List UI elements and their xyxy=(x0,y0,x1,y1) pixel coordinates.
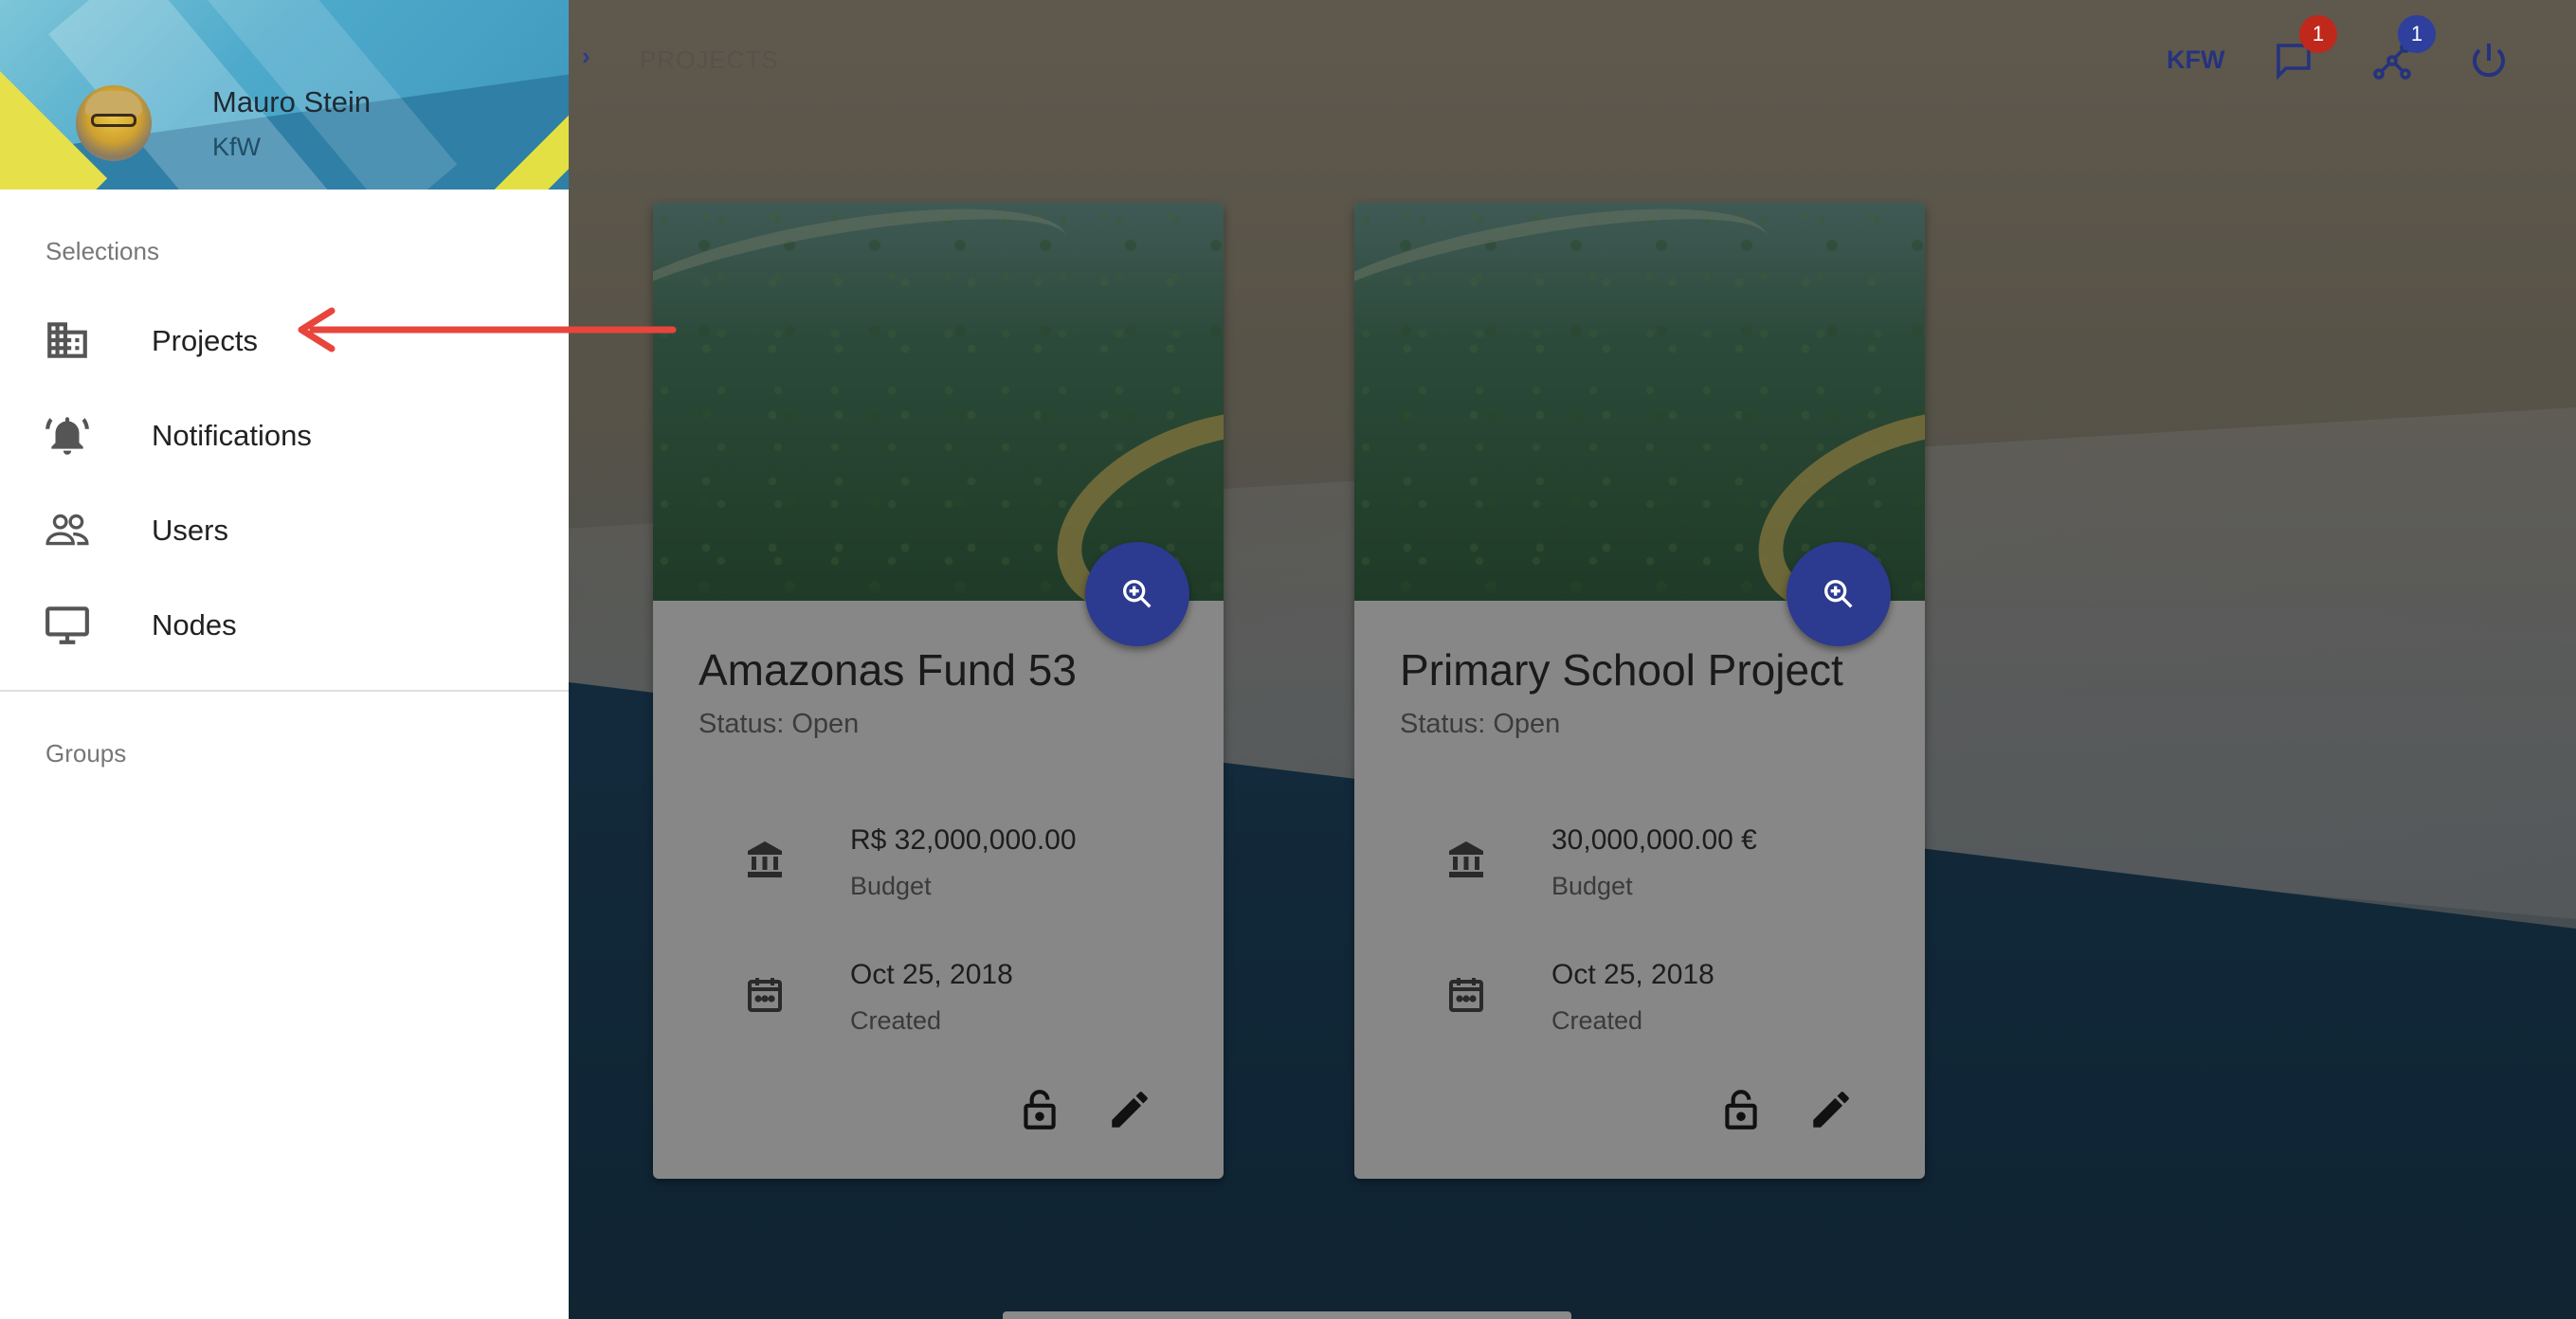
annotation-arrow-icon xyxy=(298,307,677,352)
project-budget-label: Budget xyxy=(1551,872,1633,900)
permissions-button[interactable] xyxy=(1016,1086,1063,1133)
project-image xyxy=(1354,203,1925,601)
project-card[interactable]: Primary School Project Status: Open 30,0… xyxy=(1354,203,1925,1179)
bank-icon xyxy=(1443,838,1489,883)
view-project-button[interactable] xyxy=(1085,542,1189,646)
pencil-icon xyxy=(1112,1092,1148,1128)
lock-open-icon xyxy=(1725,1090,1757,1129)
view-project-button[interactable] xyxy=(1787,542,1891,646)
user-organization: KfW xyxy=(212,133,261,161)
users-icon xyxy=(44,506,91,553)
edit-project-button[interactable] xyxy=(1807,1086,1855,1133)
project-created-value: Oct 25, 2018 xyxy=(850,959,1013,990)
sidebar-item-label: Nodes xyxy=(152,608,237,641)
sidebar-item-label: Projects xyxy=(152,324,258,357)
project-title: Amazonas Fund 53 xyxy=(698,645,1077,695)
organization-label: KFW xyxy=(2167,45,2225,74)
project-card[interactable]: Amazonas Fund 53 Status: Open R$ 32,000,… xyxy=(653,203,1224,1179)
groups-heading: Groups xyxy=(45,739,127,768)
drawer-divider xyxy=(0,690,569,692)
monitor-icon xyxy=(44,601,91,648)
bell-icon xyxy=(44,411,91,459)
project-status: Status: Open xyxy=(698,709,860,739)
zoom-in-icon xyxy=(1824,580,1853,608)
project-budget-value: 30,000,000.00 € xyxy=(1551,824,1757,856)
project-created-label: Created xyxy=(850,1006,942,1035)
bank-icon xyxy=(742,838,788,883)
power-icon xyxy=(2473,44,2505,78)
pencil-icon xyxy=(1813,1092,1849,1128)
sidebar-item-users[interactable]: Users xyxy=(0,485,569,576)
project-budget-value: R$ 32,000,000.00 xyxy=(850,824,1077,856)
permissions-button[interactable] xyxy=(1717,1086,1765,1133)
selections-heading: Selections xyxy=(45,237,159,265)
edit-project-button[interactable] xyxy=(1106,1086,1153,1133)
messages-badge: 1 xyxy=(2299,15,2337,53)
project-budget-label: Budget xyxy=(850,872,932,900)
network-badge: 1 xyxy=(2398,15,2436,53)
project-status: Status: Open xyxy=(1400,709,1561,739)
logout-button[interactable] xyxy=(2460,32,2517,89)
messages-button[interactable]: 1 xyxy=(2265,15,2337,89)
project-created-value: Oct 25, 2018 xyxy=(1551,959,1714,990)
sidebar-item-notifications[interactable]: Notifications xyxy=(0,390,569,481)
sidebar-item-nodes[interactable]: Nodes xyxy=(0,580,569,671)
lock-open-icon xyxy=(1024,1090,1056,1129)
breadcrumb-chevron-icon[interactable]: › xyxy=(582,42,590,71)
drawer-header: Mauro Stein KfW xyxy=(0,0,569,190)
building-icon xyxy=(44,316,91,364)
scroll-indicator[interactable] xyxy=(1003,1311,1571,1319)
avatar xyxy=(76,85,152,161)
project-title: Primary School Project xyxy=(1400,645,1843,695)
network-button[interactable]: 1 xyxy=(2364,15,2436,89)
sidebar-item-label: Users xyxy=(152,514,228,547)
zoom-in-icon xyxy=(1123,580,1152,608)
navigation-drawer: Mauro Stein KfW Selections Projects Noti… xyxy=(0,0,569,1319)
calendar-icon xyxy=(742,972,788,1018)
project-created-label: Created xyxy=(1551,1006,1643,1035)
breadcrumb[interactable]: PROJECTS xyxy=(640,45,779,75)
app-header: › PROJECTS KFW 1 1 xyxy=(569,0,2576,121)
calendar-icon xyxy=(1443,972,1489,1018)
sidebar-item-label: Notifications xyxy=(152,419,312,452)
project-image xyxy=(653,203,1224,601)
user-name: Mauro Stein xyxy=(212,85,372,118)
